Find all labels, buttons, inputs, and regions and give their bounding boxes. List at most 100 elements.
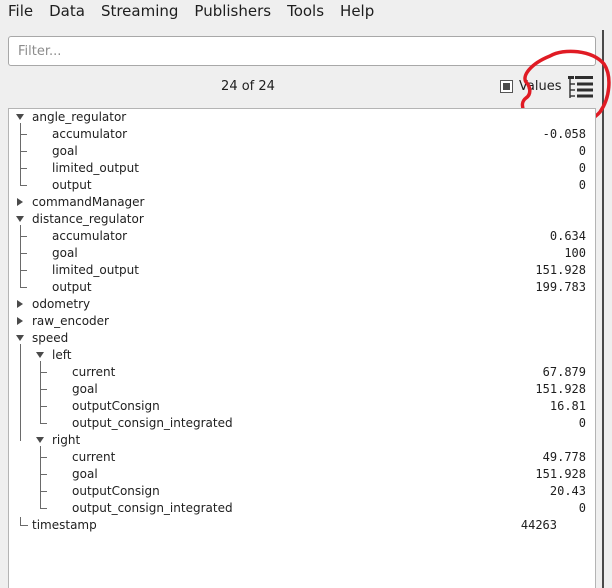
tree-row[interactable]: current 49.778 xyxy=(9,449,595,466)
tree-item-label: right xyxy=(52,433,81,447)
tree-row[interactable]: outputConsign 20.43 xyxy=(9,483,595,500)
tree-connector-line xyxy=(20,236,27,237)
tree-row[interactable]: goal 0 xyxy=(9,143,595,160)
chevron-right-icon[interactable] xyxy=(17,317,23,325)
tree-row[interactable]: limited_output 151.928 xyxy=(9,262,595,279)
tree-item-value: 0 xyxy=(578,501,586,515)
chevron-down-icon[interactable] xyxy=(16,216,24,222)
chevron-down-icon[interactable] xyxy=(36,352,44,358)
chevron-down-icon[interactable] xyxy=(16,335,24,341)
tree-row[interactable]: current 67.879 xyxy=(9,364,595,381)
tree-row[interactable]: output_consign_integrated 0 xyxy=(9,415,595,432)
tree-panel[interactable]: angle_regulator accumulator -0.058 goal 0 lim… xyxy=(8,108,596,588)
tree-item-label: outputConsign xyxy=(72,399,160,413)
tree-row[interactable]: output_consign_integrated 0 xyxy=(9,500,595,517)
tree-row[interactable]: odometry xyxy=(9,296,595,313)
tree-row[interactable]: outputConsign 16.81 xyxy=(9,398,595,415)
menu-tools[interactable]: Tools xyxy=(279,0,332,22)
tree-row[interactable]: accumulator -0.058 xyxy=(9,126,595,143)
tree-item-label: current xyxy=(72,450,116,464)
tree-item-label: left xyxy=(52,348,72,362)
tree-item-label: timestamp xyxy=(32,518,97,532)
tree-item-label: raw_encoder xyxy=(32,314,109,328)
tree-item-value: 151.928 xyxy=(535,467,586,481)
tree-item-label: limited_output xyxy=(52,161,139,175)
tree-item-value: 199.783 xyxy=(535,280,586,294)
checkbox-checked-mark xyxy=(503,83,510,90)
tree-row[interactable]: left xyxy=(9,347,595,364)
tree-row[interactable]: angle_regulator xyxy=(9,109,595,126)
tree-item-value: 16.81 xyxy=(549,399,586,413)
tree-item-label: current xyxy=(72,365,116,379)
tree-item-value: 0.634 xyxy=(549,229,586,243)
chevron-down-icon[interactable] xyxy=(16,114,24,120)
tree-view-button[interactable] xyxy=(566,74,596,102)
tree-item-value: 44263 xyxy=(520,518,557,532)
tree-row[interactable]: limited_output 0 xyxy=(9,160,595,177)
tree-item-label: output_consign_integrated xyxy=(72,501,233,515)
tree-item-label: accumulator xyxy=(52,127,128,141)
tree-item-label: commandManager xyxy=(32,195,145,209)
tree-item-label: goal xyxy=(72,382,98,396)
values-checkbox[interactable] xyxy=(500,80,513,93)
tree-item-value: 20.43 xyxy=(549,484,586,498)
tree-item-value: -0.058 xyxy=(542,127,586,141)
tree-item-value: 100 xyxy=(564,246,586,260)
tree-item-label: limited_output xyxy=(52,263,139,277)
tree-connector-line xyxy=(40,474,47,475)
tree-connector-line xyxy=(20,525,28,526)
panel-splitter[interactable] xyxy=(602,30,604,588)
tree-connector-line xyxy=(40,491,47,492)
tree-connector-line xyxy=(20,168,27,169)
tree-item-label: goal xyxy=(52,246,78,260)
chevron-down-icon[interactable] xyxy=(36,437,44,443)
tree-connector-line xyxy=(40,446,41,509)
tree-item-value: 0 xyxy=(578,178,586,192)
tree-row[interactable]: right xyxy=(9,432,595,449)
menu-help[interactable]: Help xyxy=(332,0,382,22)
tree-item-label: goal xyxy=(72,467,98,481)
tree-row[interactable]: distance_regulator xyxy=(9,211,595,228)
tree-item-label: output xyxy=(52,280,92,294)
tree-connector-line xyxy=(40,457,47,458)
tree-row[interactable]: output 199.783 xyxy=(9,279,595,296)
menu-data[interactable]: Data xyxy=(41,0,93,22)
tree-connector-line xyxy=(20,270,27,271)
tree-connector-line xyxy=(20,134,27,135)
chevron-right-icon[interactable] xyxy=(17,198,23,206)
tree-connector-line xyxy=(20,151,27,152)
tree-connector-line xyxy=(20,344,21,441)
tree-row[interactable]: goal 100 xyxy=(9,245,595,262)
tree-row[interactable]: goal 151.928 xyxy=(9,466,595,483)
tree-row[interactable]: goal 151.928 xyxy=(9,381,595,398)
tree-item-label: output xyxy=(52,178,92,192)
tree-row[interactable]: timestamp 44263 xyxy=(9,517,595,534)
tree-view-icon xyxy=(568,76,593,98)
tree-item-value: 49.778 xyxy=(542,450,586,464)
values-checkbox-label[interactable]: Values xyxy=(519,79,561,95)
tree-connector-line xyxy=(40,508,47,509)
tree-connector-line xyxy=(20,287,27,288)
tree-connector-line xyxy=(40,372,47,373)
tree-item-label: accumulator xyxy=(52,229,128,243)
menu-publishers[interactable]: Publishers xyxy=(186,0,279,22)
tree-row[interactable]: output 0 xyxy=(9,177,595,194)
tree-connector-line xyxy=(20,253,27,254)
tree-item-value: 0 xyxy=(578,416,586,430)
tree-connector-line xyxy=(40,406,47,407)
tree-item-label: goal xyxy=(52,144,78,158)
chevron-right-icon[interactable] xyxy=(17,300,23,308)
menu-file[interactable]: File xyxy=(0,0,41,22)
tree-row[interactable]: speed xyxy=(9,330,595,347)
tree-row[interactable]: raw_encoder xyxy=(9,313,595,330)
tree-item-label: outputConsign xyxy=(72,484,160,498)
menu-streaming[interactable]: Streaming xyxy=(93,0,186,22)
menu-bar: File Data Streaming Publishers Tools Help xyxy=(0,0,600,22)
tree-item-label: odometry xyxy=(32,297,91,311)
tree-row[interactable]: accumulator 0.634 xyxy=(9,228,595,245)
tree-connector-line xyxy=(20,225,21,288)
filter-input[interactable] xyxy=(8,36,596,66)
tree-item-value: 0 xyxy=(578,161,586,175)
tree-connector-line xyxy=(40,361,41,424)
tree-row[interactable]: commandManager xyxy=(9,194,595,211)
